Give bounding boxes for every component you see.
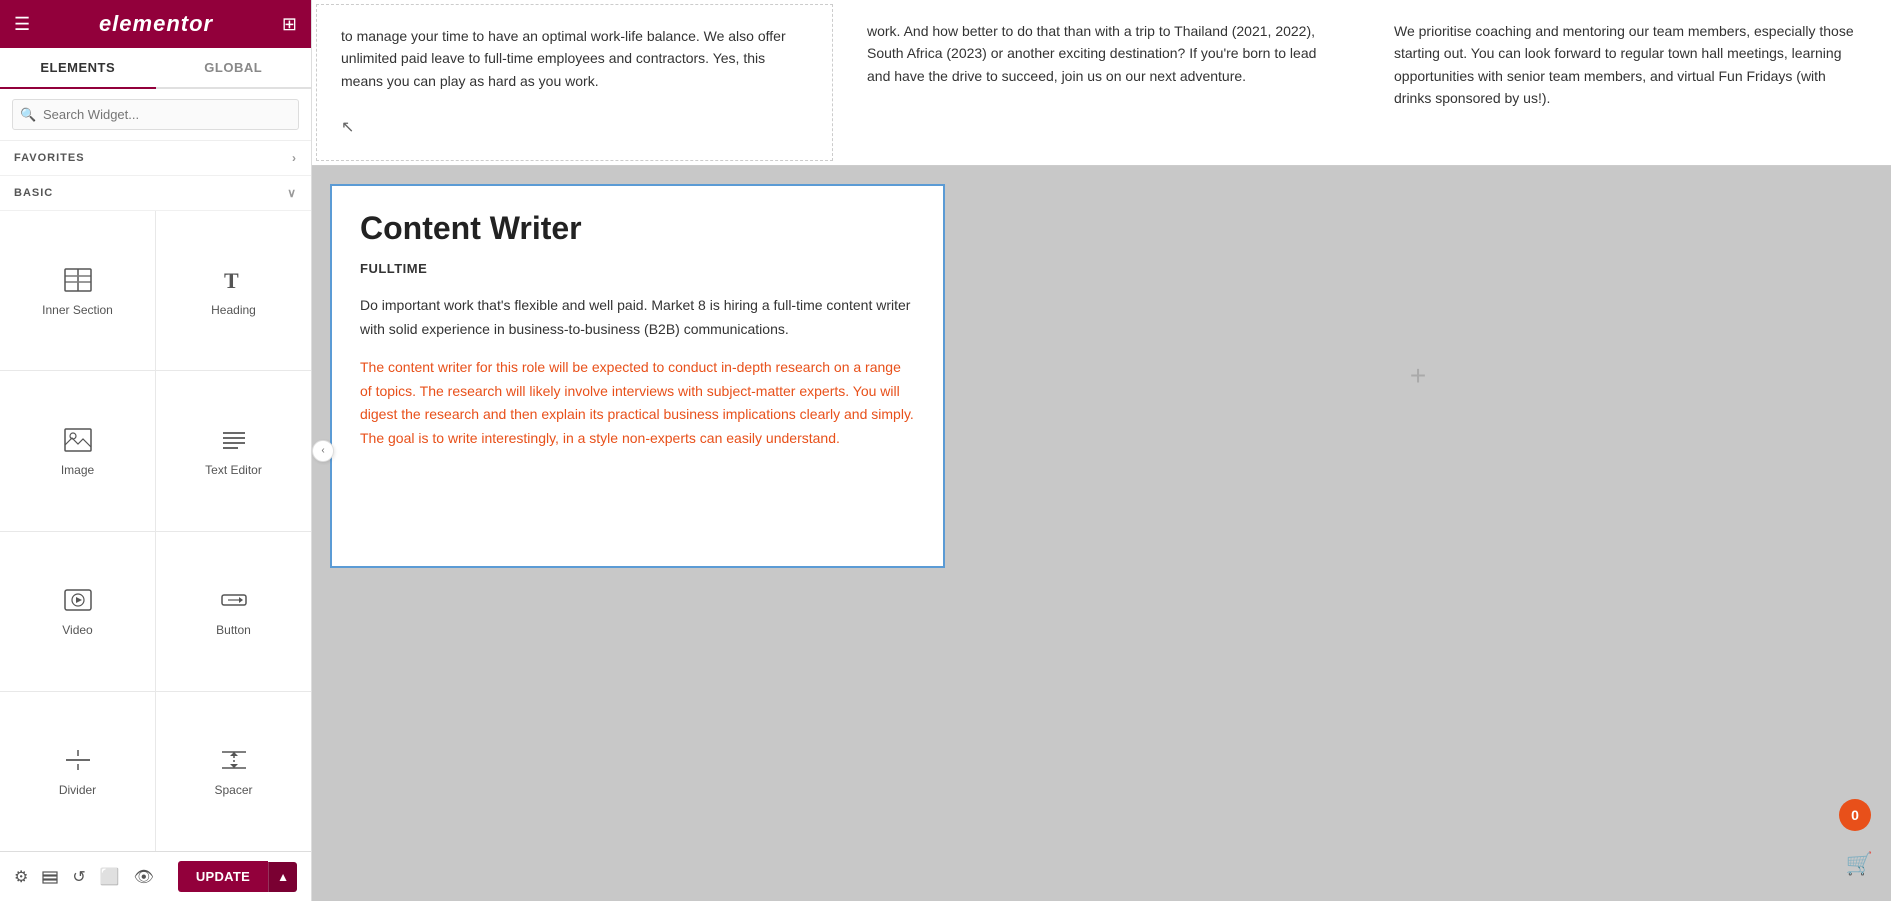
svg-text:T: T — [224, 268, 239, 293]
heading-icon: T — [220, 265, 248, 295]
page-template-icon[interactable]: ⬜ — [100, 867, 120, 887]
canvas-area: to manage your time to have an optimal w… — [312, 0, 1891, 586]
top-text-3: We prioritise coaching and mentoring our… — [1394, 20, 1861, 110]
bottom-section: Content Writer FULLTIME Do important wor… — [312, 166, 1891, 586]
widget-spacer[interactable]: Spacer — [156, 692, 311, 851]
grid-icon[interactable]: ⊞ — [282, 14, 297, 35]
update-button-group: UPDATE ▲ — [178, 861, 297, 892]
bottom-icons-group: ⚙ ↺ ⬜ 👁 — [14, 867, 154, 887]
widget-heading[interactable]: T Heading — [156, 211, 311, 370]
search-input[interactable] — [12, 99, 299, 130]
button-icon — [220, 585, 248, 615]
job-desc-2: The content writer for this role will be… — [360, 356, 915, 451]
sidebar-collapse-button[interactable]: ‹ — [312, 440, 334, 462]
favorites-section-header[interactable]: FAVORITES › — [0, 141, 311, 176]
job-title: Content Writer — [360, 210, 915, 247]
image-icon — [64, 425, 92, 455]
top-section: to manage your time to have an optimal w… — [312, 0, 1891, 165]
notification-badge[interactable]: 0 — [1839, 799, 1871, 831]
tab-global[interactable]: GLOBAL — [156, 48, 312, 87]
history-icon[interactable]: ↺ — [72, 867, 85, 887]
divider-icon — [64, 745, 92, 775]
sidebar-header: ☰ elementor ⊞ — [0, 0, 311, 48]
update-button[interactable]: UPDATE — [178, 861, 268, 892]
inner-section-icon — [64, 265, 92, 295]
widget-button[interactable]: Button — [156, 532, 311, 691]
basic-section-header[interactable]: BASIC ∨ — [0, 176, 311, 211]
top-text-1: to manage your time to have an optimal w… — [341, 25, 808, 92]
top-col-1: to manage your time to have an optimal w… — [316, 4, 833, 161]
favorites-chevron-icon: › — [292, 151, 297, 165]
top-col-2: work. And how better to do that than wit… — [837, 0, 1364, 165]
elementor-logo: elementor — [99, 11, 213, 37]
tab-elements[interactable]: ELEMENTS — [0, 48, 156, 89]
add-content-icon[interactable]: + — [1410, 360, 1426, 392]
image-label: Image — [61, 463, 94, 477]
top-col-3: We prioritise coaching and mentoring our… — [1364, 0, 1891, 165]
video-icon — [64, 585, 92, 615]
basic-chevron-icon: ∨ — [287, 186, 297, 200]
job-desc-1: Do important work that's flexible and we… — [360, 294, 915, 342]
text-editor-label: Text Editor — [205, 463, 262, 477]
top-text-2: work. And how better to do that than wit… — [867, 20, 1334, 87]
heading-label: Heading — [211, 303, 256, 317]
button-label: Button — [216, 623, 251, 637]
widget-grid: Inner Section T Heading Image — [0, 211, 311, 851]
hamburger-icon[interactable]: ☰ — [14, 14, 30, 35]
widget-text-editor[interactable]: Text Editor — [156, 371, 311, 530]
cart-icon[interactable]: 🛒 — [1846, 851, 1873, 877]
widget-divider[interactable]: Divider — [0, 692, 155, 851]
empty-column[interactable]: + — [945, 166, 1891, 586]
video-label: Video — [62, 623, 92, 637]
preview-icon[interactable]: 👁 — [134, 867, 154, 887]
divider-label: Divider — [59, 783, 96, 797]
search-area: 🔍 — [0, 89, 311, 141]
spacer-label: Spacer — [214, 783, 252, 797]
cursor-pointer: ↖ — [341, 119, 354, 136]
job-type: FULLTIME — [360, 261, 915, 276]
search-icon: 🔍 — [20, 107, 36, 123]
sidebar-tabs: ELEMENTS GLOBAL — [0, 48, 311, 89]
widget-video[interactable]: Video — [0, 532, 155, 691]
widget-image[interactable]: Image — [0, 371, 155, 530]
layers-icon[interactable] — [42, 869, 58, 885]
job-listing-column: Content Writer FULLTIME Do important wor… — [330, 184, 945, 568]
inner-section-label: Inner Section — [42, 303, 113, 317]
update-dropdown-button[interactable]: ▲ — [268, 862, 297, 892]
settings-icon[interactable]: ⚙ — [14, 867, 28, 887]
sidebar-bottom-toolbar: ⚙ ↺ ⬜ 👁 UPDATE ▲ — [0, 851, 311, 901]
main-canvas: to manage your time to have an optimal w… — [312, 0, 1891, 901]
favorites-label: FAVORITES — [14, 152, 85, 164]
basic-label: BASIC — [14, 187, 53, 199]
sidebar: ☰ elementor ⊞ ELEMENTS GLOBAL 🔍 FAVORITE… — [0, 0, 312, 901]
spacer-icon — [220, 745, 248, 775]
widget-inner-section[interactable]: Inner Section — [0, 211, 155, 370]
text-editor-icon — [220, 425, 248, 455]
